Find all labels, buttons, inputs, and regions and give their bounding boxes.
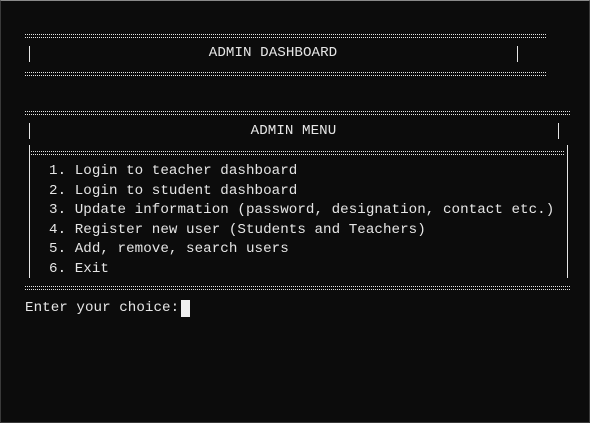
console-window[interactable]: ADMIN DASHBOARD ADMIN MENU 1. Login to t… <box>0 0 590 423</box>
menu-item-teacher-login: 1. Login to teacher dashboard <box>49 163 298 179</box>
menu-divider-left-border <box>29 145 30 163</box>
menu-item-manage-users: 5. Add, remove, search users <box>49 241 289 257</box>
menu-title-right-border <box>558 123 559 139</box>
dashboard-right-border <box>517 46 518 62</box>
menu-item-exit: 6. Exit <box>49 261 109 277</box>
choice-prompt: Enter your choice: <box>25 300 180 316</box>
menu-item-student-login: 2. Login to student dashboard <box>49 183 298 199</box>
input-cursor[interactable] <box>181 300 190 317</box>
menu-items-right-border <box>567 163 568 278</box>
dashboard-title: ADMIN DASHBOARD <box>208 45 338 61</box>
menu-divider-right-border <box>567 145 568 163</box>
menu-items-left-border <box>29 163 30 278</box>
menu-item-register-user: 4. Register new user (Students and Teach… <box>49 222 426 238</box>
menu-item-update-info: 3. Update information (password, designa… <box>49 202 555 218</box>
menu-title: ADMIN MENU <box>250 123 337 139</box>
